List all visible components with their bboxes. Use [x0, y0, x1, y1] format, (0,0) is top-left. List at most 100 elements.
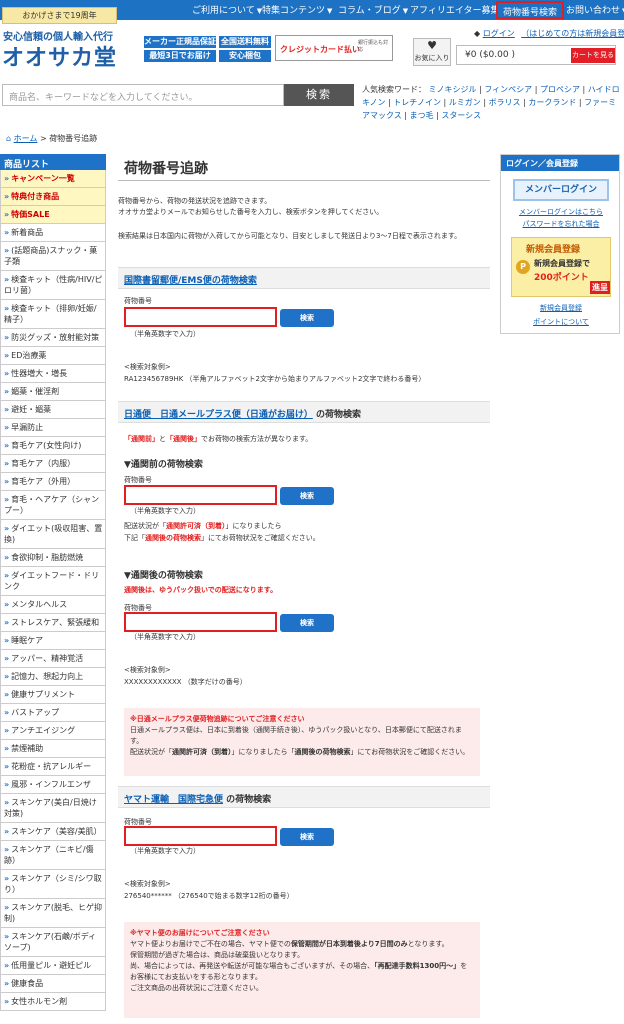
sidebar-item[interactable]: » 特典付き商品 [0, 188, 106, 206]
yamato-section-link[interactable]: ヤマト運輸 国際宅急便 [124, 795, 223, 805]
keyword-link[interactable]: トレチノイン [393, 98, 441, 107]
sidebar-item[interactable]: » 検査キット（排卵/妊娠/精子） [0, 300, 106, 329]
login-link[interactable]: ログイン [483, 29, 515, 38]
yamato-search-button[interactable]: 検索 [280, 828, 334, 846]
nippon-section-link[interactable]: 日通便 日通メールプラス便（日通がお届け） [124, 410, 313, 420]
sidebar-item[interactable]: » 低用量ピル・避妊ピル [0, 957, 106, 975]
keyword-link[interactable]: スターシス [441, 111, 481, 120]
badge-genuine: メーカー正規品保証 [144, 36, 216, 48]
nav-usage[interactable]: ご利用について ▼ [192, 3, 262, 16]
title-divider [118, 180, 490, 181]
yamato-warning-title: ※ヤマト便のお届けについてご注意ください [130, 929, 270, 937]
sidebar-item[interactable]: » 性器増大・増長 [0, 365, 106, 383]
yamato-tracking-input[interactable] [124, 826, 277, 846]
before-note-2: 下記「通関後の荷物検索」にてお荷物状況をご確認ください。 [124, 534, 320, 542]
sidebar-item[interactable]: » バストアップ [0, 704, 106, 722]
nippon-note: 「通関前」と「通関後」でお荷物の検索方法が異なります。 [124, 435, 313, 443]
sidebar-item[interactable]: » スキンケア(石鹸/ボディソープ) [0, 928, 106, 957]
register-link[interactable]: （はじめての方は新規会員登録） [521, 29, 624, 38]
keyword-link[interactable]: まつ毛 [410, 111, 434, 120]
search-button[interactable]: 検索 [284, 84, 354, 106]
sidebar-item[interactable]: » ED治療薬 [0, 347, 106, 365]
ems-section-header: 国際書留郵便/EMS便の荷物検索 [118, 267, 490, 289]
search-input[interactable]: 商品名、キーワードなどを入力してください。 [2, 84, 284, 106]
keyword-link[interactable]: プロペシア [540, 85, 580, 94]
home-icon: ⌂ [6, 134, 12, 143]
sidebar-item[interactable]: » スキンケア(脱毛、ヒゲ抑制) [0, 899, 106, 928]
sidebar-item[interactable]: » スキンケア（美容/美肌） [0, 823, 106, 841]
sidebar-item[interactable]: » 風邪・インフルエンザ [0, 776, 106, 794]
nippon-warning-box: ※日通メールプラス便荷物追跡についてご注意ください 日通メールプラス便は、日本に… [124, 708, 480, 776]
keyword-link[interactable]: ルミガン [449, 98, 481, 107]
sidebar-item[interactable]: » キャンペーン一覧 [0, 170, 106, 188]
keyword-link[interactable]: ミノキシジル [429, 85, 477, 94]
sidebar-item[interactable]: » 新着商品 [0, 224, 106, 242]
cart-button[interactable]: カートを見る [571, 48, 615, 63]
nav-contact[interactable]: お問い合わせ▼ [566, 3, 624, 16]
nav-column-blog[interactable]: コラム・ブログ ▼ [338, 3, 408, 16]
sidebar-item[interactable]: » スキンケア（シミ/シワ取り） [0, 870, 106, 899]
sidebar-item[interactable]: » 花粉症・抗アレルギー [0, 758, 106, 776]
ems-section-link[interactable]: 国際書留郵便/EMS便の荷物検索 [124, 276, 257, 286]
before-tracking-input[interactable] [124, 485, 277, 505]
sidebar-item[interactable]: » 記憶力、想起力向上 [0, 668, 106, 686]
sidebar-item[interactable]: » 育毛ケア（外用） [0, 473, 106, 491]
sidebar-item[interactable]: » メンタルヘルス [0, 596, 106, 614]
after-customs-note: 通関後は、ゆうパック扱いでの配送になります。 [124, 586, 278, 594]
nippon-warning-title: ※日通メールプラス便荷物追跡についてご注意ください [130, 715, 305, 723]
yamato-hint: （半角英数字で入力） [130, 847, 200, 855]
nav-tracking[interactable]: 荷物番号検索 [496, 1, 565, 19]
yamato-warning-4: ご注文商品の出荷状況にご注意ください。 [130, 984, 263, 992]
keyword-link[interactable]: ボラリス [489, 98, 521, 107]
breadcrumb-home[interactable]: ホーム [14, 134, 38, 143]
sidebar-item[interactable]: » アッパー、精神覚活 [0, 650, 106, 668]
yamato-warning-1: ヤマト便よりお届けでご不在の場合、ヤマト便での保管期間が日本到着後より7日間のみ… [130, 940, 449, 948]
ems-tracking-input[interactable] [124, 307, 277, 327]
sidebar-item[interactable]: » 特価SALE [0, 206, 106, 224]
login-panel: ログイン／会員登録 メンバーログイン メンバーログインはこちら パスワードを忘れ… [500, 154, 620, 334]
sidebar-item[interactable]: » 避妊・媚薬 [0, 401, 106, 419]
sidebar-item[interactable]: » 育毛・ヘアケア（シャンプー） [0, 491, 106, 520]
sidebar-item[interactable]: » 健康食品 [0, 975, 106, 993]
site-logo[interactable]: オオサカ堂 [2, 40, 117, 72]
sidebar-item[interactable]: » 食欲抑制・脂肪燃焼 [0, 549, 106, 567]
sidebar-item[interactable]: » 睡眠ケア [0, 632, 106, 650]
forgot-password-link[interactable]: パスワードを忘れた場合 [501, 219, 621, 229]
favorites-button[interactable]: ♥ お気に入り [413, 38, 451, 66]
register-banner[interactable]: 新規会員登録 P 新規会員登録で 200ポイント 進呈 [511, 237, 611, 297]
sidebar-item[interactable]: » 女性ホルモン剤 [0, 993, 106, 1011]
sidebar-item[interactable]: » 育毛ケア(女性向け) [0, 437, 106, 455]
nav-features[interactable]: 特集コンテンツ ▼ [262, 3, 332, 16]
sidebar-item[interactable]: » ダイエットフード・ドリンク [0, 567, 106, 596]
keyword-link[interactable]: カークランド [528, 98, 576, 107]
credit-card-label: クレジットカード払い [280, 45, 360, 54]
ems-search-button[interactable]: 検索 [280, 309, 334, 327]
sidebar-item[interactable]: » (話題商品)スナック・菓子類 [0, 242, 106, 271]
after-example-label: <検索対象例> [124, 666, 171, 674]
credit-card-banner[interactable]: クレジットカード払い 銀行振込も対応 [275, 35, 393, 61]
badge-safe-packing: 安心梱包 [219, 50, 271, 62]
sidebar-item[interactable]: » 健康サプリメント [0, 686, 106, 704]
sidebar-item[interactable]: » 媚薬・催淫剤 [0, 383, 106, 401]
sidebar-item[interactable]: » スキンケア（ニキビ/傷跡） [0, 841, 106, 870]
popular-keywords: 人気検索ワード： ミノキシジル | フィンペシア | プロペシア | ハイドロキ… [362, 85, 620, 120]
sidebar-item[interactable]: » 防災グッズ・放射能対策 [0, 329, 106, 347]
sidebar-item[interactable]: » ダイエット(吸収阻害、置換) [0, 520, 106, 549]
sidebar-item[interactable]: » 禁煙補助 [0, 740, 106, 758]
sidebar-item[interactable]: » 育毛ケア（内服） [0, 455, 106, 473]
register-link[interactable]: 新規会員登録 [501, 303, 621, 313]
member-login-button[interactable]: メンバーログイン [513, 179, 609, 201]
nav-affiliate[interactable]: アフィリエイター募集 [410, 3, 499, 16]
after-tracking-input[interactable] [124, 612, 277, 632]
sidebar-item[interactable]: » スキンケア(美白/日焼け対策) [0, 794, 106, 823]
sidebar-item[interactable]: » 検査キット（性病/HIV/ピロリ菌） [0, 271, 106, 300]
points-info-link[interactable]: ポイントについて [501, 317, 621, 327]
sidebar-item[interactable]: » ストレスケア、緊張緩和 [0, 614, 106, 632]
after-hint: （半角英数字で入力） [130, 633, 200, 641]
keyword-link[interactable]: フィンペシア [484, 85, 532, 94]
sidebar-item[interactable]: » 早漏防止 [0, 419, 106, 437]
member-login-link[interactable]: メンバーログインはこちら [501, 207, 621, 217]
before-search-button[interactable]: 検索 [280, 487, 334, 505]
sidebar-item[interactable]: » アンチエイジング [0, 722, 106, 740]
after-search-button[interactable]: 検索 [280, 614, 334, 632]
